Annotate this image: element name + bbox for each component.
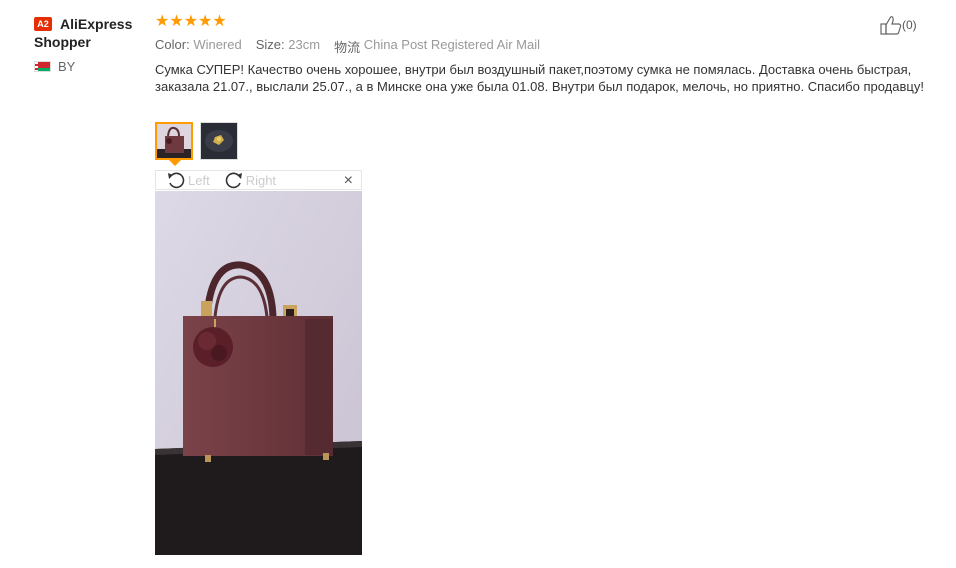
rotate-right-label: Right	[245, 172, 277, 188]
rotate-left-icon	[168, 172, 185, 189]
helpful-count: (0)	[902, 18, 917, 32]
bag-photo-thumbnail-image	[157, 124, 191, 158]
review-text: Сумка СУПЕР! Качество очень хорошее, вну…	[155, 62, 924, 94]
buyer-level-badge: A2	[34, 17, 52, 31]
selected-thumbnail-indicator	[169, 160, 181, 166]
review-photo-thumbnail[interactable]	[155, 122, 193, 160]
color-label: Color:	[155, 37, 190, 52]
rotate-left-label: Left	[188, 172, 210, 188]
product-meta: Color: Winered Size: 23cm 物流 China Post …	[155, 37, 554, 56]
photo-viewer-toolbar: Left Right ×	[155, 170, 362, 190]
shipping-label: 物流	[334, 40, 361, 55]
reviewer-country: BY	[34, 59, 75, 74]
rotate-right-button[interactable]: Right	[224, 171, 276, 189]
size-label: Size:	[255, 37, 285, 52]
star-icon: ★	[212, 13, 227, 30]
star-icon: ★	[183, 13, 199, 30]
handbag-photo	[155, 191, 362, 555]
size-value: 23cm	[288, 37, 321, 52]
belarus-flag-icon	[34, 61, 51, 72]
country-code: BY	[58, 59, 76, 74]
star-icon: ★	[169, 13, 184, 30]
star-rating: ★ ★ ★ ★ ★	[155, 14, 227, 30]
rotate-right-icon	[225, 172, 242, 189]
review-photo-thumbnail[interactable]	[200, 122, 238, 160]
shipping-value: China Post Registered Air Mail	[363, 37, 541, 52]
color-value: Winered	[193, 37, 242, 52]
star-icon: ★	[198, 13, 213, 30]
thumbs-up-icon	[880, 16, 902, 35]
helpful-button[interactable]: (0)	[880, 15, 917, 35]
star-icon: ★	[155, 13, 170, 30]
close-viewer-button[interactable]: ×	[344, 172, 353, 190]
rotate-left-button[interactable]: Left	[166, 171, 210, 189]
gift-photo-thumbnail-image	[201, 123, 237, 159]
enlarged-review-photo	[155, 191, 362, 555]
